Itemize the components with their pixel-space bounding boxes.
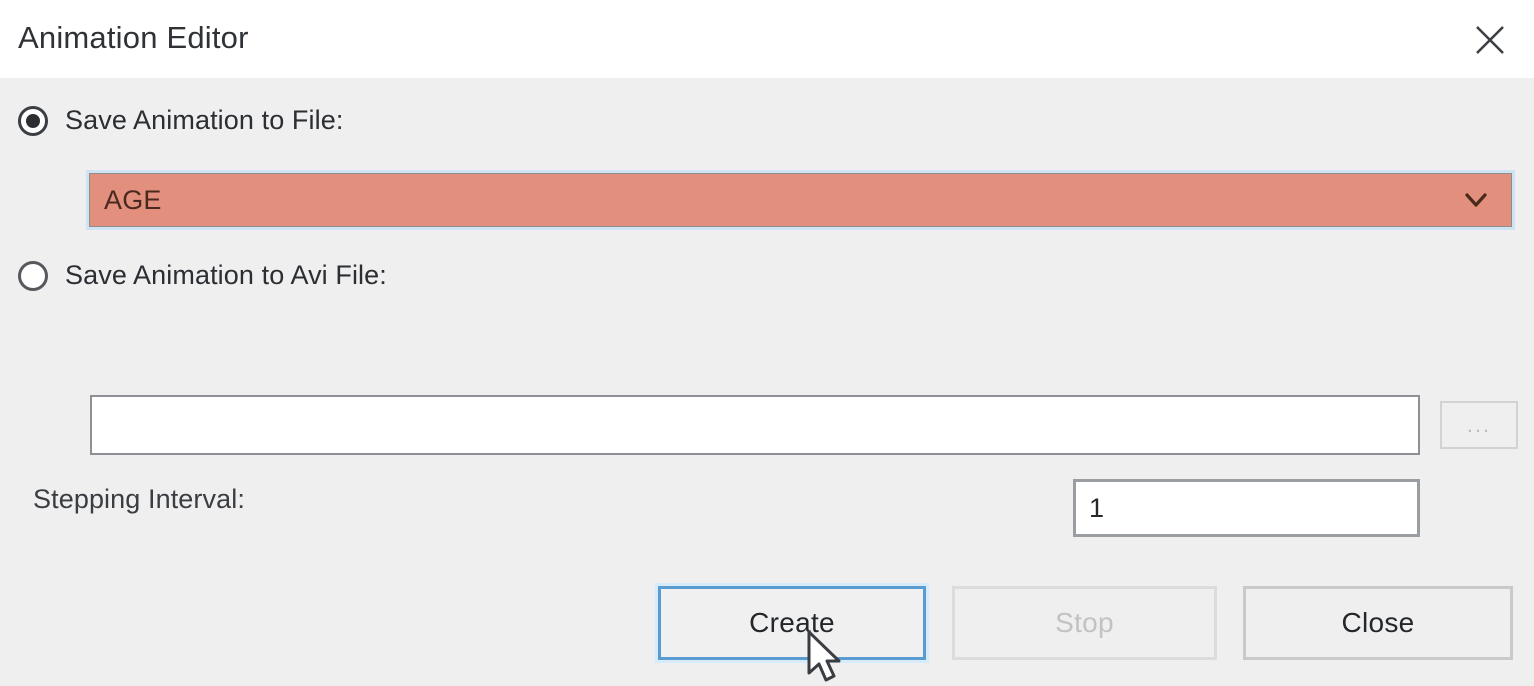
stepping-interval-value: 1 <box>1089 492 1105 523</box>
file-combobox-value: AGE <box>104 184 162 215</box>
radio-row-save-to-avi[interactable]: Save Animation to Avi File: <box>18 260 387 291</box>
dialog-titlebar: Animation Editor <box>0 0 1534 78</box>
stop-button: Stop <box>952 586 1217 660</box>
close-button[interactable]: Close <box>1243 586 1513 660</box>
file-combobox[interactable]: AGE <box>89 173 1512 227</box>
stepping-interval-label: Stepping Interval: <box>33 484 245 514</box>
stepping-interval-input[interactable]: 1 <box>1073 479 1420 537</box>
radio-row-save-to-file[interactable]: Save Animation to File: <box>18 105 343 136</box>
dialog-body: Save Animation to File: AGE Save Animati… <box>0 78 1534 682</box>
radio-save-to-avi-label: Save Animation to Avi File: <box>65 260 387 290</box>
avi-path-input[interactable] <box>90 395 1420 455</box>
close-x-icon[interactable] <box>1470 20 1510 60</box>
radio-save-to-avi[interactable] <box>18 260 48 291</box>
avi-browse-button[interactable]: ... <box>1440 401 1518 449</box>
file-combobox-focus-ring: AGE <box>86 170 1515 230</box>
chevron-down-icon[interactable] <box>1463 187 1489 213</box>
radio-save-to-file[interactable] <box>18 105 48 136</box>
create-button[interactable]: Create <box>655 583 929 663</box>
radio-save-to-file-label: Save Animation to File: <box>65 105 344 135</box>
dialog-title: Animation Editor <box>18 20 249 55</box>
